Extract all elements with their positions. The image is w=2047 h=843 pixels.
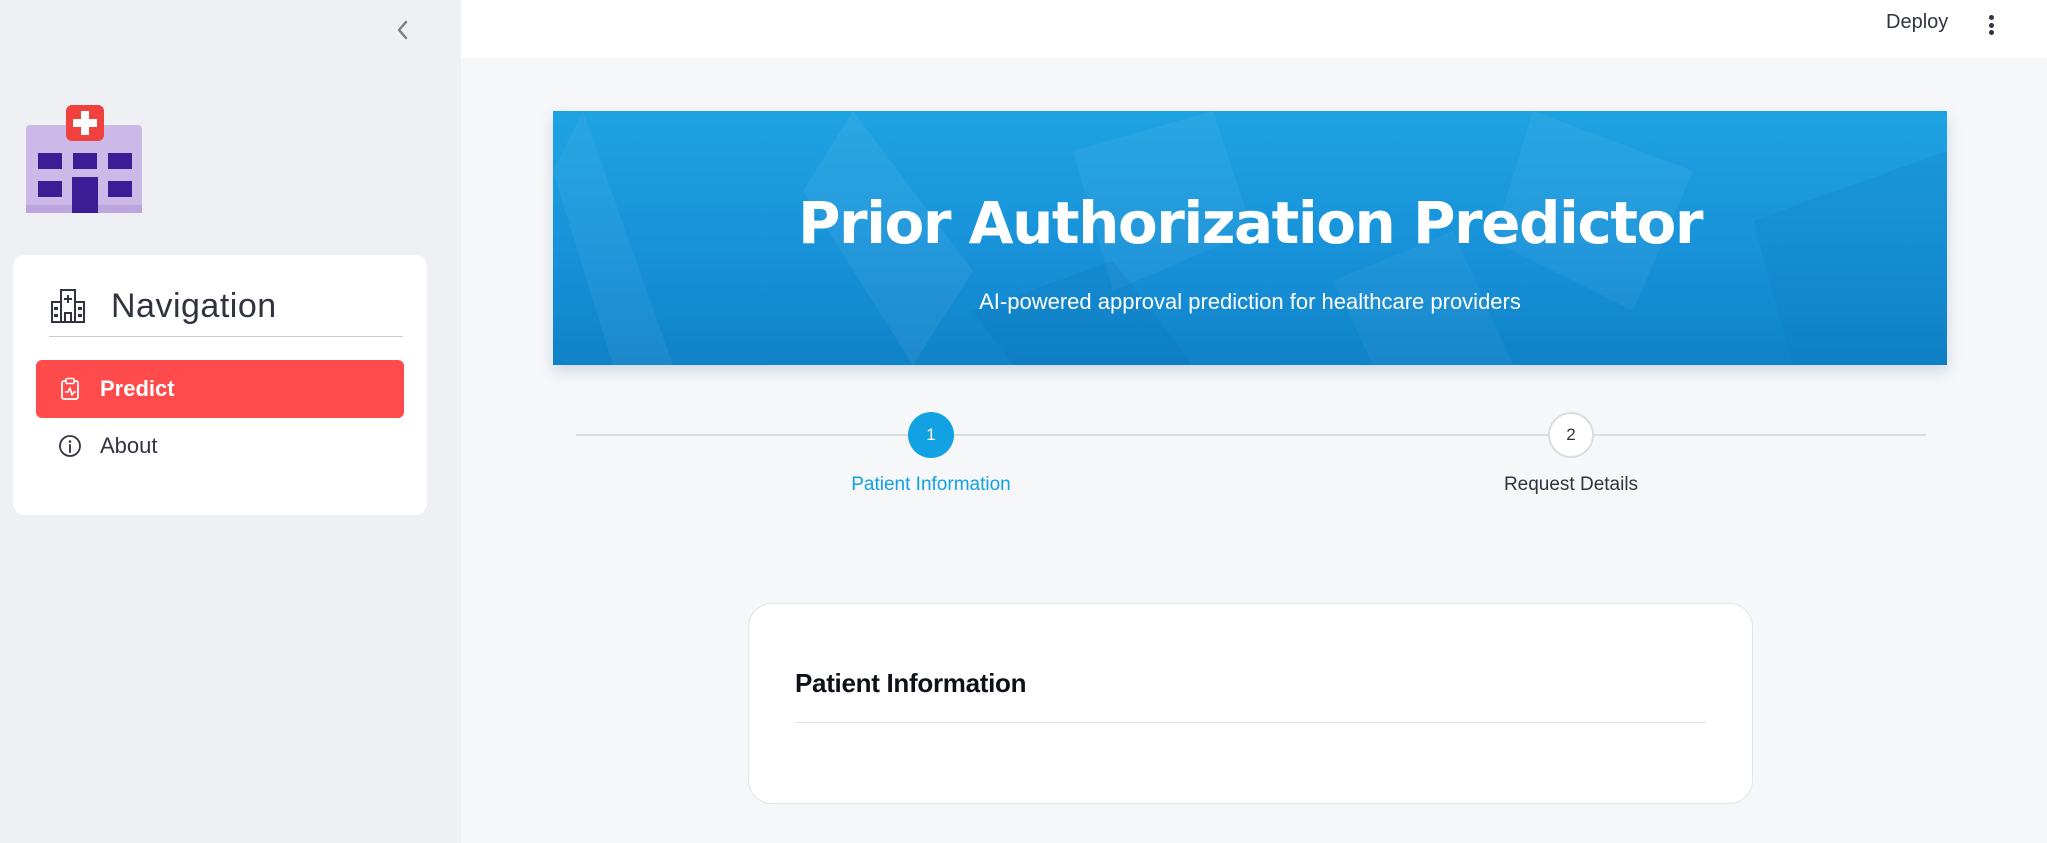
patient-information-card: Patient Information — [748, 603, 1753, 804]
nav-item-predict[interactable]: Predict — [36, 360, 404, 418]
nav-item-label: About — [100, 433, 158, 458]
step-number: 2 — [1548, 412, 1594, 458]
kebab-dot — [1988, 30, 1994, 35]
main-content: Deploy Prior Authorization Predictor AI-… — [461, 0, 2047, 843]
step-request-details[interactable]: 2 Request Details — [1421, 410, 1721, 496]
nav-item-about[interactable]: About — [36, 417, 404, 475]
hospital-icon — [51, 289, 85, 323]
collapse-sidebar-button[interactable] — [390, 16, 414, 44]
top-toolbar: Deploy — [461, 0, 2047, 58]
sidebar: Navigation Predict About — [0, 0, 461, 843]
step-number: 1 — [908, 412, 954, 458]
info-icon — [58, 434, 82, 458]
kebab-dot — [1988, 22, 1994, 28]
section-title: Patient Information — [795, 668, 1027, 698]
hospital-logo-icon — [26, 105, 142, 213]
navigation-title: Navigation — [111, 287, 277, 325]
divider — [795, 722, 1706, 723]
chevron-left-icon — [397, 20, 408, 40]
page-title: Prior Authorization Predictor — [798, 189, 1703, 257]
main-menu-button[interactable] — [1983, 12, 1999, 38]
navigation-card: Navigation Predict About — [13, 255, 427, 515]
step-label: Patient Information — [851, 474, 1011, 495]
navigation-header: Navigation — [49, 279, 403, 337]
progress-stepper: 1 Patient Information 2 Request Details — [576, 410, 1926, 500]
kebab-dot — [1988, 15, 1994, 20]
deploy-button[interactable]: Deploy — [1886, 11, 1948, 34]
nav-item-label: Predict — [100, 376, 175, 401]
clipboard-pulse-icon — [58, 377, 82, 401]
step-label: Request Details — [1503, 474, 1639, 495]
page-subtitle: AI-powered approval prediction for healt… — [979, 289, 1521, 314]
step-patient-information[interactable]: 1 Patient Information — [781, 410, 1081, 496]
hero-banner: Prior Authorization Predictor AI-powered… — [553, 111, 1947, 365]
stepper-track — [576, 434, 1926, 436]
